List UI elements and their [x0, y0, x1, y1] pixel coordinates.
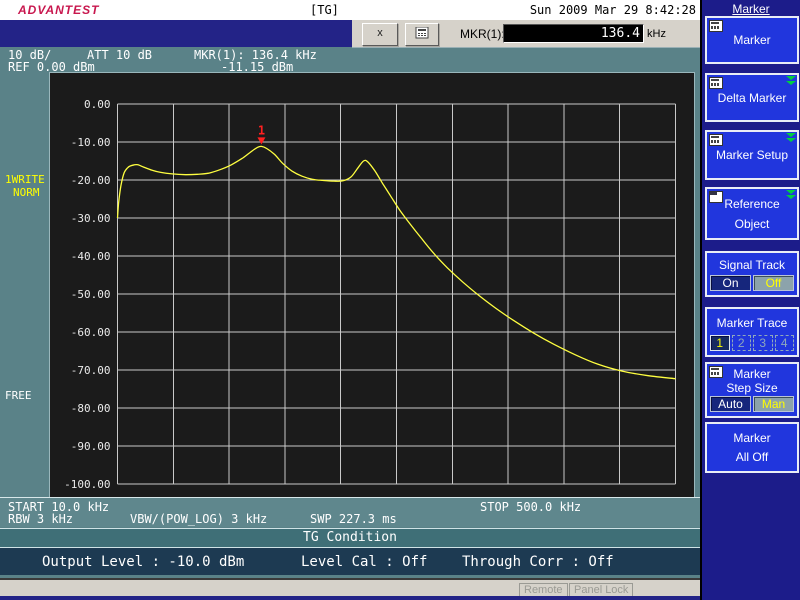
tg-output-level: Output Level : -10.0 dBm: [42, 554, 245, 570]
y-axis-tick-label: -40.00: [71, 250, 111, 263]
sweep-settings-strip: START 10.0 kHz STOP 500.0 kHz RBW 3 kHz …: [0, 497, 700, 527]
vbw-label: VBW/(POW_LOG) 3 kHz: [130, 512, 268, 526]
mkr-frequency-input[interactable]: [503, 24, 644, 43]
more-chevron-icon: [786, 76, 796, 86]
y-axis-tick-label: -90.00: [71, 440, 111, 453]
trace-write-label: 1WRITE: [5, 173, 45, 186]
mkr-field-label: MKR(1):: [460, 27, 505, 41]
title-bar: ADVANTEST [TG] Sun 2009 Mar 29 8:42:28: [0, 0, 700, 20]
softkey-marker-all-off[interactable]: Marker All Off: [705, 422, 799, 473]
y-axis-tick-label: -30.00: [71, 212, 111, 225]
signal-track-on[interactable]: On: [710, 275, 751, 291]
softkey-menu-title: Marker: [732, 2, 770, 16]
y-axis-tick-label: -100.00: [64, 478, 110, 491]
rbw-label: RBW 3 kHz: [8, 512, 74, 526]
marker-entry-toolbar: x MKR(1): kHz: [352, 20, 700, 48]
trace-norm-label: NORM: [13, 186, 40, 199]
tg-through-corr: Through Corr : Off: [462, 554, 614, 570]
softkey-marker-trace[interactable]: Marker Trace 1 2 3 4: [705, 307, 799, 357]
stop-frequency-label: STOP 500.0 kHz: [480, 500, 582, 514]
marker-trace-3[interactable]: 3: [753, 335, 773, 351]
calculator-icon: [709, 77, 723, 89]
tg-level-cal: Level Cal : Off: [301, 554, 428, 570]
step-size-man[interactable]: Man: [753, 396, 794, 412]
softkey-sidebar: Marker Marker Delta Marker Marker Setup …: [700, 0, 800, 600]
mkr-unit-label: kHz: [647, 28, 666, 40]
tg-condition-values: Output Level : -10.0 dBm Level Cal : Off…: [0, 548, 700, 575]
y-axis-tick-label: -70.00: [71, 364, 111, 377]
datetime: Sun 2009 Mar 29 8:42:28: [529, 3, 696, 17]
close-button[interactable]: x: [362, 23, 398, 46]
attenuation-readout: ATT 10 dB: [87, 48, 153, 62]
spectrum-plot: 0.00 -10.00 -20.00 -30.00 -40.00 -50.00 -60.00…: [64, 98, 676, 491]
softkey-delta-marker[interactable]: Delta Marker: [705, 73, 799, 122]
keypad-button[interactable]: [405, 23, 439, 46]
remote-indicator[interactable]: Remote: [519, 583, 568, 597]
spectrum-plot-panel: 0.00 -10.00 -20.00 -30.00 -40.00 -50.00 -60.00…: [49, 72, 695, 499]
softkey-marker[interactable]: Marker: [705, 16, 799, 64]
softkey-marker-setup[interactable]: Marker Setup: [705, 130, 799, 180]
marker-trace-2[interactable]: 2: [731, 335, 751, 351]
sweep-time-label: SWP 227.3 ms: [310, 512, 397, 526]
softkey-reference-object[interactable]: Reference Object: [705, 187, 799, 240]
advantest-logo: ADVANTEST: [18, 3, 100, 17]
y-axis-tick-label: -10.00: [71, 136, 111, 149]
softkey-signal-track[interactable]: Signal Track On Off: [705, 251, 799, 297]
bottom-strip: [0, 596, 700, 600]
calculator-icon: [709, 20, 723, 32]
tg-condition-title: TG Condition: [0, 528, 700, 548]
status-footer: Remote Panel Lock: [0, 578, 700, 598]
trigger-free-label: FREE: [5, 389, 32, 402]
analyzer-screen: ADVANTEST [TG] Sun 2009 Mar 29 8:42:28 x…: [0, 0, 800, 600]
marker-number: 1: [258, 123, 265, 137]
navy-strip: [0, 20, 352, 47]
y-axis-tick-label: -20.00: [71, 174, 111, 187]
more-chevron-icon: [786, 133, 796, 143]
marker-trace-4[interactable]: 4: [774, 335, 794, 351]
y-axis-tick-label: -50.00: [71, 288, 111, 301]
calculator-icon: [415, 26, 429, 39]
y-axis-tick-label: -60.00: [71, 326, 111, 339]
y-axis-tick-label: 0.00: [84, 98, 111, 111]
marker-arrow-icon: [257, 137, 266, 145]
mode-indicator: [TG]: [310, 3, 339, 17]
softkey-marker-step-size[interactable]: Marker Step Size Auto Man: [705, 362, 799, 418]
marker-trace-1[interactable]: 1: [710, 335, 730, 351]
signal-track-off[interactable]: Off: [753, 275, 794, 291]
calculator-icon: [709, 134, 723, 146]
panel-lock-indicator[interactable]: Panel Lock: [569, 583, 634, 597]
step-size-auto[interactable]: Auto: [710, 396, 751, 412]
y-axis-tick-label: -80.00: [71, 402, 111, 415]
